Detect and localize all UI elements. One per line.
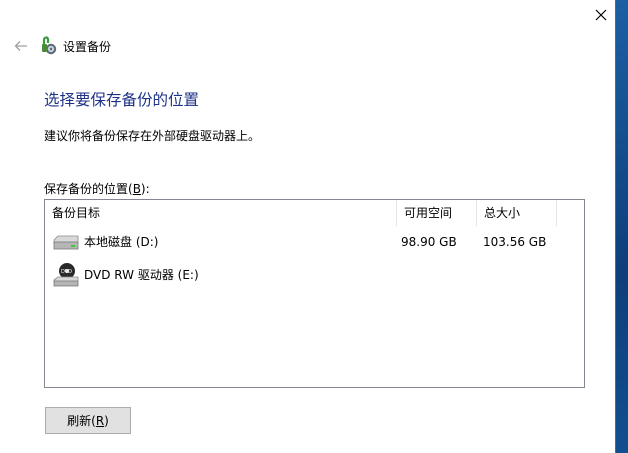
list-item-dvd-drive[interactable]: DVD DVD RW 驱动器 (E:) [45,260,584,290]
label-text-suffix: ): [140,182,150,196]
row-target-name: 本地磁盘 (D:) [84,235,159,249]
breadcrumb-title: 设置备份 [63,40,112,54]
refresh-access-key: R [95,413,105,428]
page-heading: 选择要保存备份的位置 [44,91,200,109]
backup-app-icon [42,36,57,55]
row-total-size: 103.56 GB [483,235,547,249]
column-header-target[interactable]: 备份目标 [45,200,397,226]
refresh-label-suffix: ) [104,413,109,428]
refresh-button[interactable]: 刷新(R) [45,407,131,434]
close-button[interactable] [585,0,616,30]
desktop-background-strip [616,0,628,453]
column-header-free-space[interactable]: 可用空间 [397,200,477,226]
label-text-prefix: 保存备份的位置( [44,182,133,196]
svg-text:DVD: DVD [61,269,72,275]
backup-location-label: 保存备份的位置(B): [44,180,150,197]
list-item-local-disk[interactable]: 本地磁盘 (D:) 98.90 GB 103.56 GB [45,227,584,257]
column-header-total-size[interactable]: 总大小 [477,200,557,226]
dvd-drive-icon: DVD [53,263,79,287]
back-arrow-icon [14,41,27,51]
back-button[interactable] [10,36,32,56]
refresh-label-prefix: 刷新( [67,414,96,428]
row-target-name: DVD RW 驱动器 (E:) [84,268,199,282]
row-free-space: 98.90 GB [401,235,457,249]
page-description: 建议你将备份保存在外部硬盘驱动器上。 [44,129,261,143]
close-icon [595,9,606,21]
list-header: 备份目标 可用空间 总大小 [45,200,584,226]
backup-location-list[interactable]: 备份目标 可用空间 总大小 本地磁盘 (D:) 98.90 GB 103.56 … [44,199,585,388]
hard-drive-icon [53,235,79,250]
label-access-key: B [132,182,141,196]
